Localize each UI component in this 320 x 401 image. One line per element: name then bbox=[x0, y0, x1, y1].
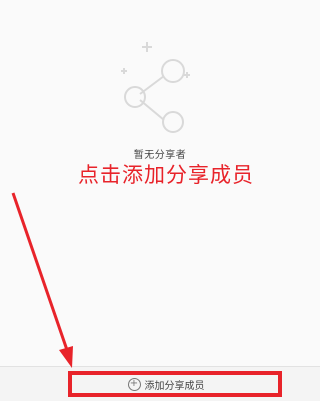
plus-circle-icon: + bbox=[127, 377, 141, 391]
add-share-member-button[interactable]: + 添加分享成员 bbox=[68, 371, 282, 397]
share-members-screen: 暂无分享者 点击添加分享成员 + 添加分享成员 bbox=[0, 0, 320, 401]
add-share-member-label: 添加分享成员 bbox=[144, 380, 205, 392]
annotation-text: 点击添加分享成员 bbox=[78, 163, 254, 187]
share-icon bbox=[121, 42, 190, 133]
